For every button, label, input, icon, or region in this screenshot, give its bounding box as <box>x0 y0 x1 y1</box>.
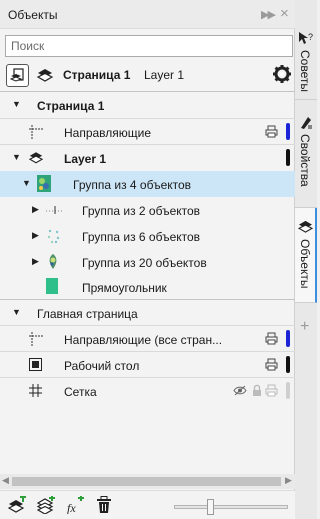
grid-icon <box>29 384 42 397</box>
slider-knob[interactable] <box>207 499 214 515</box>
tree-label: Страница 1 <box>37 99 105 113</box>
new-master-layer-icon[interactable] <box>37 496 55 514</box>
tree-label: Группа из 20 объектов <box>82 256 207 270</box>
app-root: Объекты ▶▶ × Страница 1 Layer 1 <box>0 0 317 519</box>
layer-color-swatch[interactable] <box>286 149 290 166</box>
tree-row-guides-all[interactable]: Направляющие (все стран... <box>0 326 295 352</box>
tree-row-group4[interactable]: ▼ Группа из 4 объектов <box>0 171 295 197</box>
chevron-down-icon[interactable]: ▼ <box>12 99 21 109</box>
rectangle-thumbnail-icon <box>46 278 58 294</box>
tree-label: Направляющие (все стран... <box>64 333 223 347</box>
tree-label: Прямоугольник <box>82 281 167 295</box>
group-thumbnail-icon <box>37 175 51 192</box>
close-icon[interactable]: × <box>280 5 289 22</box>
tab-label: Советы <box>298 50 312 92</box>
svg-text:?: ? <box>308 32 313 42</box>
lock-icon[interactable] <box>252 384 262 397</box>
tree-label: Группа из 4 объектов <box>73 178 192 192</box>
layers-icon <box>298 220 313 233</box>
print-icon[interactable] <box>265 358 278 371</box>
guides-icon <box>29 125 43 139</box>
properties-icon <box>301 117 312 129</box>
print-icon[interactable] <box>265 384 278 397</box>
page-view-button[interactable] <box>6 64 29 87</box>
chevron-down-icon[interactable]: ▼ <box>12 307 21 317</box>
chevron-right-icon[interactable]: ▶ <box>32 204 39 215</box>
chevron-down-icon[interactable]: ▼ <box>12 152 21 162</box>
print-icon[interactable] <box>265 332 278 345</box>
tab-label: Свойства <box>298 134 312 187</box>
current-page-name[interactable]: Страница 1 <box>63 68 130 82</box>
layer-color-swatch[interactable] <box>286 382 290 399</box>
tree-row-master-page[interactable]: ▼ Главная страница <box>0 300 295 326</box>
tree-row-rectangle[interactable]: Прямоугольник <box>0 274 295 300</box>
tree-row-page1[interactable]: ▼ Страница 1 <box>0 92 295 118</box>
chevron-right-icon[interactable]: ▶ <box>32 256 39 267</box>
tree-row-guides[interactable]: Направляющие <box>0 119 295 145</box>
horizontal-scrollbar[interactable]: ◀ ▶ <box>0 474 295 489</box>
group-thumbnail-icon <box>49 254 57 269</box>
tree-row-group20[interactable]: ▶ Группа из 20 объектов <box>0 249 295 275</box>
scrollbar-thumb[interactable] <box>12 477 281 486</box>
tree-row-group2[interactable]: ▶ Группа из 2 объектов <box>0 197 295 223</box>
tab-objects[interactable]: Объекты <box>295 208 317 303</box>
group-thumbnail-icon <box>46 206 64 214</box>
tree-row-group6[interactable]: ▶ Группа из 6 объектов <box>0 223 295 249</box>
page-view-icon <box>10 68 24 82</box>
tree-label: Направляющие <box>64 126 152 140</box>
layer-color-swatch[interactable] <box>286 330 290 347</box>
tab-tips[interactable]: ? Советы <box>295 0 317 100</box>
layers-icon <box>29 152 43 164</box>
desktop-icon <box>29 358 42 371</box>
new-layer-icon[interactable] <box>8 496 26 514</box>
panel-titlebar: Объекты ▶▶ × <box>0 0 295 29</box>
zoom-slider[interactable] <box>174 499 288 515</box>
dock-tabs: ? Советы Свойства Объекты + <box>295 0 317 519</box>
effects-icon[interactable]: fx <box>66 496 84 514</box>
tree-row-desktop[interactable]: Рабочий стол <box>0 352 295 378</box>
tree-row-layer1[interactable]: ▼ Layer 1 <box>0 145 295 171</box>
layer-color-swatch[interactable] <box>286 123 290 140</box>
print-icon[interactable] <box>265 125 278 138</box>
trash-icon[interactable] <box>96 496 112 514</box>
layers-icon[interactable] <box>37 68 53 82</box>
chevron-right-icon[interactable]: ▶ <box>32 230 39 241</box>
guides-icon <box>29 332 43 346</box>
tree-label: Группа из 2 объектов <box>82 204 201 218</box>
double-arrow-right-icon[interactable]: ▶▶ <box>261 8 276 21</box>
group-thumbnail-icon <box>47 229 60 244</box>
current-layer-name[interactable]: Layer 1 <box>144 68 184 82</box>
tree-row-grid[interactable]: Сетка <box>0 378 295 404</box>
tree-label: Рабочий стол <box>64 359 140 373</box>
tree-label: Главная страница <box>37 307 138 321</box>
chevron-down-icon[interactable]: ▼ <box>22 178 31 188</box>
panel-title: Объекты <box>8 8 58 22</box>
objects-panel: Объекты ▶▶ × Страница 1 Layer 1 <box>0 0 295 519</box>
tree-label: Сетка <box>64 385 97 399</box>
scroll-right-arrow-icon[interactable]: ▶ <box>285 475 292 486</box>
eye-icon[interactable] <box>233 385 247 396</box>
tree-label: Layer 1 <box>64 152 107 166</box>
tab-properties[interactable]: Свойства <box>295 100 317 208</box>
add-tab-icon[interactable]: + <box>300 318 309 336</box>
help-cursor-icon: ? <box>299 32 313 44</box>
tab-label: Объекты <box>298 239 312 289</box>
page-toolbar: Страница 1 Layer 1 <box>0 61 295 89</box>
svg-text:fx: fx <box>67 501 76 514</box>
search-input[interactable] <box>5 35 293 57</box>
layer-color-swatch[interactable] <box>286 356 290 373</box>
scroll-left-arrow-icon[interactable]: ◀ <box>2 475 9 486</box>
tree-label: Группа из 6 объектов <box>82 230 201 244</box>
bottom-toolbar: fx <box>0 490 295 519</box>
gear-icon[interactable] <box>272 64 292 84</box>
